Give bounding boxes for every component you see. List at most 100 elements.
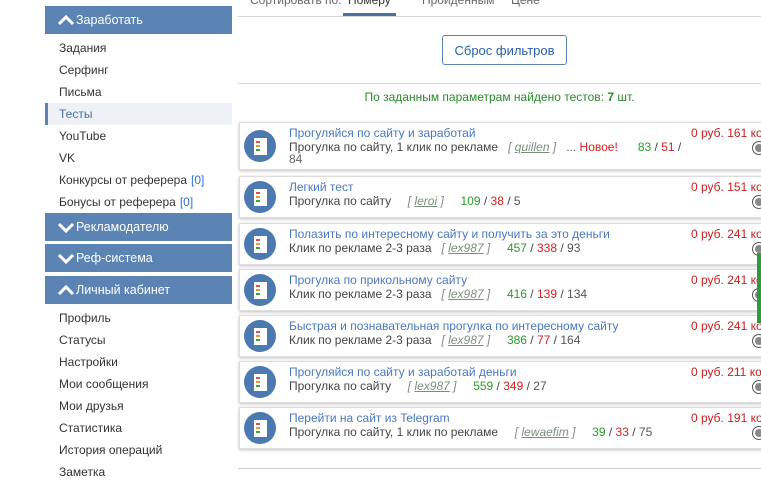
side-scroll-indicator [757, 253, 761, 323]
test-title[interactable]: Легкий тест [289, 180, 353, 194]
sidebar-item-statuses[interactable]: Статусы [45, 329, 232, 351]
sidebar-header-advertiser[interactable]: Рекламодателю [45, 213, 232, 241]
test-type: Прогулка по сайту, 1 клик по рекламе [289, 425, 499, 439]
stat-failed: 349 [503, 379, 524, 393]
sidebar-header-earn[interactable]: Заработать [45, 6, 232, 34]
sidebar-item-note[interactable]: Заметка [45, 461, 232, 483]
close-icon[interactable] [752, 426, 761, 440]
test-type: Клик по рекламе 2-3 раза [289, 241, 432, 255]
test-title[interactable]: Быстрая и познавательная прогулка по инт… [289, 319, 618, 333]
stat-other: 84 [289, 152, 303, 166]
test-title[interactable]: Полазить по интересному сайту и получить… [289, 227, 610, 241]
chevron-down-icon [57, 222, 75, 234]
test-author[interactable]: [ quillen ] [508, 140, 556, 154]
count-badge: [0] [179, 195, 194, 209]
test-type: Прогулка по сайту [289, 379, 392, 393]
stat-failed: 33 [615, 425, 629, 439]
test-card[interactable]: Легкий тест Прогулка по сайту [ leroi ] … [239, 176, 761, 218]
sort-label: Сортировать по: [250, 0, 342, 7]
new-badge: Новое! [579, 140, 618, 154]
sort-tabs: Сортировать по: Номеру Пройденным Цене [238, 0, 761, 17]
test-price: 0 руб. 211 коп. [691, 365, 761, 379]
test-card[interactable]: Прогуляйся по сайту и заработай деньги П… [239, 361, 761, 403]
test-card[interactable]: Прогуляйся по сайту и заработай Прогулка… [239, 122, 761, 170]
test-price: 0 руб. 241 коп. [691, 319, 761, 333]
sidebar-item-letters[interactable]: Письма [45, 81, 232, 103]
test-price: 0 руб. 151 коп. [691, 180, 761, 194]
test-title[interactable]: Прогулка по прикольному сайту [289, 273, 467, 287]
close-icon[interactable] [752, 141, 761, 155]
test-price: 0 руб. 241 коп. [691, 273, 761, 287]
sidebar-item-history[interactable]: История операций [45, 439, 232, 461]
sidebar: Заработать Задания Серфинг Письма Тесты … [45, 0, 232, 479]
sidebar-item-statistics[interactable]: Статистика [45, 417, 232, 439]
sidebar-item-referrer-contests[interactable]: Конкурсы от реферера [0] [45, 169, 232, 191]
stat-failed: 139 [536, 287, 558, 301]
stat-failed: 338 [536, 241, 558, 255]
stat-passed: 39 [592, 425, 606, 439]
sidebar-item-label: Конкурсы от реферера [59, 173, 188, 187]
test-type: Клик по рекламе 2-3 раза [289, 333, 432, 347]
test-author[interactable]: [ lewaefim ] [515, 425, 576, 439]
stat-passed: 386 [506, 333, 527, 347]
sidebar-item-settings[interactable]: Настройки [45, 351, 232, 373]
test-author[interactable]: [ leroi ] [408, 194, 444, 208]
count-badge: [0] [191, 173, 205, 187]
stat-other: 134 [567, 287, 588, 301]
test-title[interactable]: Прогуляйся по сайту и заработай [289, 126, 476, 140]
sidebar-item-vk[interactable]: VK [45, 147, 232, 169]
found-prefix: По заданным параметрам найдено тестов: [364, 90, 604, 104]
test-desc: Клик по рекламе 2-3 раза [ lex987 ] 457 … [289, 241, 581, 255]
tab-sort-price[interactable]: Цене [511, 0, 540, 12]
sidebar-item-surfing[interactable]: Серфинг [45, 59, 232, 81]
stat-other: 5 [513, 194, 521, 208]
sidebar-header-refsystem[interactable]: Реф-система [45, 244, 232, 272]
close-icon[interactable] [752, 334, 761, 348]
stat-passed: 109 [460, 194, 481, 208]
found-count-text: По заданным параметрам найдено тестов: 7… [238, 90, 761, 104]
test-desc: Клик по рекламе 2-3 раза [ lex987 ] 416 … [289, 287, 588, 301]
reset-filters-button[interactable]: Сброс фильтров [442, 35, 567, 65]
tab-sort-passed[interactable]: Пройденным [422, 0, 494, 12]
stat-other: 75 [638, 425, 653, 439]
test-desc: Прогулка по сайту, 1 клик по рекламе [ l… [289, 425, 653, 439]
close-icon[interactable] [752, 380, 761, 394]
sidebar-item-tests[interactable]: Тесты [45, 103, 232, 125]
test-author[interactable]: [ lex987 ] [442, 241, 491, 255]
test-author[interactable]: [ lex987 ] [442, 333, 491, 347]
sidebar-item-referrer-bonuses[interactable]: Бонусы от реферера [0] [45, 191, 232, 213]
test-card[interactable]: Быстрая и познавательная прогулка по инт… [239, 315, 761, 357]
test-title[interactable]: Прогуляйся по сайту и заработай деньги [289, 365, 517, 379]
test-title[interactable]: Перейти на сайт из Telegram [289, 411, 450, 425]
test-doc-icon [244, 274, 276, 306]
test-type: Прогулка по сайту [289, 194, 392, 208]
stat-passed: 83 [637, 140, 652, 154]
divider [238, 468, 761, 469]
test-price: 0 руб. 241 коп. [691, 227, 761, 241]
sidebar-item-friends[interactable]: Мои друзья [45, 395, 232, 417]
test-card[interactable]: Перейти на сайт из Telegram Прогулка по … [239, 407, 761, 449]
test-doc-icon [244, 412, 276, 444]
close-icon[interactable] [752, 195, 761, 209]
test-price: 0 руб. 161 коп. [691, 126, 761, 140]
test-desc: Клик по рекламе 2-3 раза [ lex987 ] 386 … [289, 333, 581, 347]
test-price: 0 руб. 191 коп. [691, 411, 761, 425]
stat-failed: 77 [536, 333, 551, 347]
test-card[interactable]: Полазить по интересному сайту и получить… [239, 223, 761, 265]
found-suffix: шт. [617, 90, 635, 104]
test-type: Прогулка по сайту, 1 клик по рекламе [289, 140, 499, 154]
test-author[interactable]: [ lex987 ] [442, 287, 491, 301]
sidebar-header-cabinet[interactable]: Личный кабинет [45, 276, 232, 304]
test-card[interactable]: Прогулка по прикольному сайту Клик по ре… [239, 269, 761, 311]
main-content: Сортировать по: Номеру Пройденным Цене С… [238, 0, 761, 473]
sidebar-item-messages[interactable]: Мои сообщения [45, 373, 232, 395]
stat-other: 93 [567, 241, 581, 255]
sidebar-item-profile[interactable]: Профиль [45, 307, 232, 329]
tab-sort-number[interactable]: Номеру [343, 0, 396, 16]
test-doc-icon [244, 181, 276, 213]
sidebar-item-youtube[interactable]: YouTube [45, 125, 232, 147]
divider [238, 83, 761, 84]
sidebar-item-tasks[interactable]: Задания [45, 37, 232, 59]
test-desc: Прогулка по сайту [ lex987 ] 559 / 349 /… [289, 379, 547, 393]
test-author[interactable]: [ lex987 ] [408, 379, 457, 393]
